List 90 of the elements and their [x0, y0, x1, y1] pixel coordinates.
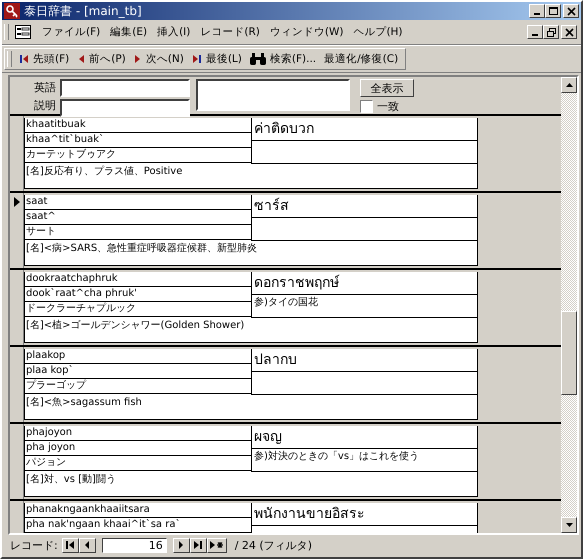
record-count: / 24 (フィルタ): [234, 538, 312, 552]
romanized-cell[interactable]: phajoyon: [25, 426, 251, 441]
english-label: 英語: [34, 80, 56, 95]
menu-item[interactable]: ヘルプ(H): [350, 25, 406, 39]
tone-cell[interactable]: pha nak'ngaan khaai^it`sa ra`: [25, 518, 251, 533]
romanized-cell[interactable]: khaatitbuak: [25, 118, 251, 133]
katakana-cell[interactable]: プラーゴップ: [25, 379, 251, 394]
definition-cell[interactable]: [名]<植>ゴールデンシャワー(Golden Shower): [25, 318, 477, 342]
toolbar-button[interactable]: 検索(F)...: [246, 51, 320, 67]
tone-cell[interactable]: plaa kop`: [25, 364, 251, 379]
close-button[interactable]: [561, 25, 577, 39]
romanized-cell[interactable]: plaakop: [25, 349, 251, 364]
previous-record-button[interactable]: [78, 538, 96, 552]
first-record-icon: [66, 541, 74, 549]
right-triangle-icon: [134, 54, 142, 64]
toolbar-button[interactable]: 先頭(F): [16, 51, 72, 67]
next-record-button[interactable]: [172, 538, 190, 552]
menu-item[interactable]: 挿入(I): [154, 25, 194, 39]
minimize-button[interactable]: [527, 25, 543, 39]
toolbar-button[interactable]: 最後(L): [188, 51, 245, 67]
scroll-down-button[interactable]: [561, 517, 577, 533]
left-triangle-icon: [77, 54, 86, 64]
tone-cell[interactable]: khaa^tit`buak`: [25, 133, 251, 148]
romanized-cell[interactable]: dookraatchaphruk: [25, 272, 251, 287]
toolbar-button[interactable]: 次へ(N): [130, 51, 187, 67]
record-number-field[interactable]: 16: [102, 538, 167, 552]
tone-cell[interactable]: dook`raat^cha phruk': [25, 287, 251, 302]
scroll-up-button[interactable]: [561, 77, 577, 93]
katakana-cell[interactable]: サート: [25, 225, 251, 240]
first-record-icon: [19, 54, 29, 64]
thai-cell[interactable]: ค่าติดบวก: [252, 118, 477, 141]
record-label: レコード:: [10, 538, 58, 552]
thai-cell[interactable]: ผจญ: [252, 426, 477, 449]
definition-cell[interactable]: [名]<魚>sagassum fish: [25, 395, 477, 419]
close-icon: [564, 28, 574, 36]
thai-cell[interactable]: ปลากบ: [252, 349, 477, 372]
thai-cell[interactable]: พนักงานขายอิสระ: [252, 503, 477, 526]
description-field[interactable]: [60, 99, 190, 117]
note-text[interactable]: 参)タイの国花: [254, 297, 318, 308]
menu-item[interactable]: レコード(R): [197, 25, 263, 39]
right-triangle-icon: [178, 541, 184, 549]
menu-item[interactable]: ファイル(F): [39, 25, 104, 39]
katakana-cell[interactable]: カーテットブゥアク: [25, 148, 251, 163]
first-record-button[interactable]: [62, 538, 79, 552]
last-record-icon: [192, 54, 202, 64]
form-icon[interactable]: [15, 25, 31, 39]
current-record-icon: [14, 197, 20, 207]
restore-button[interactable]: [543, 25, 559, 39]
minimize-icon: [534, 13, 540, 15]
up-arrow-icon: [566, 83, 572, 87]
search-text-area[interactable]: [196, 79, 350, 111]
scroll-thumb[interactable]: [561, 311, 577, 395]
katakana-cell[interactable]: ドークラーチャプルック: [25, 302, 251, 317]
restore-icon: [546, 28, 556, 36]
last-record-icon: [194, 541, 202, 549]
definition-cell[interactable]: [名]反応有り、プラス値、Positive: [25, 164, 477, 188]
romanized-cell[interactable]: saat: [25, 195, 251, 210]
close-icon: [566, 6, 576, 16]
romanized-cell[interactable]: phanakngaankhaaiitsara: [25, 503, 251, 518]
tone-cell[interactable]: pha joyon: [25, 441, 251, 456]
new-record-button[interactable]: [206, 538, 227, 552]
binoculars-icon: [250, 53, 266, 65]
katakana-cell[interactable]: パジョン: [25, 456, 251, 471]
show-all-button[interactable]: 全表示: [360, 79, 414, 97]
match-label: 一致: [377, 99, 399, 114]
maximize-icon: [548, 6, 558, 16]
description-label: 説明: [34, 98, 56, 113]
maximize-button[interactable]: [545, 4, 561, 18]
last-record-button[interactable]: [190, 538, 207, 552]
tone-cell[interactable]: saat^: [25, 210, 251, 225]
definition-cell[interactable]: [名]対、vs [動]闘う: [25, 472, 477, 496]
new-record-icon: [210, 541, 224, 549]
minimize-icon: [532, 34, 538, 36]
vertical-scrollbar[interactable]: [561, 77, 577, 533]
minimize-button[interactable]: [529, 4, 545, 18]
menu-item[interactable]: 編集(E): [107, 25, 150, 39]
left-triangle-icon: [84, 541, 90, 549]
toolbar-button[interactable]: 最適化/修復(C): [321, 51, 402, 67]
toolbar-button[interactable]: 前へ(P): [74, 51, 129, 67]
menu-item[interactable]: ウィンドウ(W): [266, 25, 346, 39]
english-field[interactable]: [60, 79, 190, 97]
key-icon: [4, 3, 20, 19]
note-text[interactable]: 参)対決のときの「vs」はこれを使う: [254, 451, 420, 462]
down-arrow-icon: [566, 523, 572, 527]
close-button[interactable]: [563, 4, 579, 18]
window-title: 泰日辞書 - [main_tb]: [24, 2, 142, 20]
match-checkbox[interactable]: [360, 100, 373, 113]
definition-cell[interactable]: [名]<病>SARS、急性重症呼吸器症候群、新型肺炎: [25, 241, 477, 265]
thai-cell[interactable]: ซาร์ส: [252, 195, 477, 218]
thai-cell[interactable]: ดอกราชพฤกษ์: [252, 272, 477, 295]
